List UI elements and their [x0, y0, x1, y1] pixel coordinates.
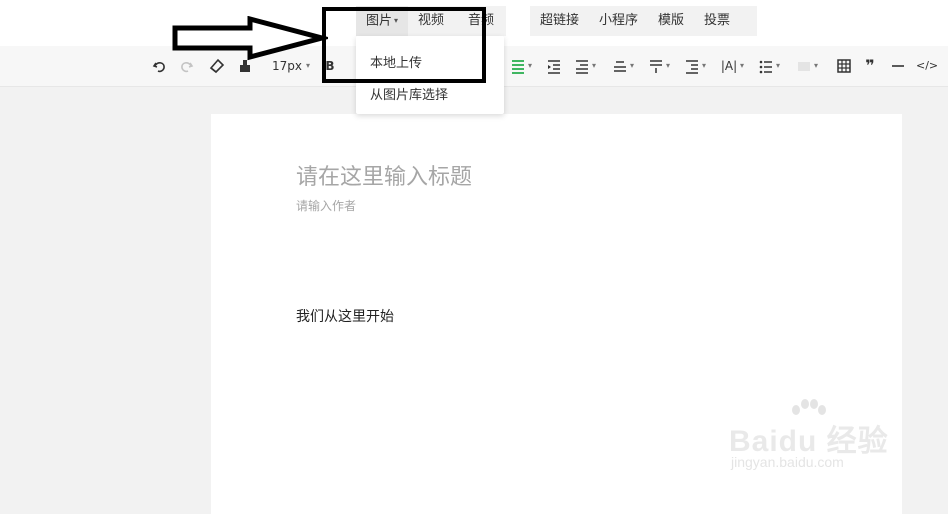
- template-button[interactable]: 模版: [648, 6, 694, 36]
- align-center-icon[interactable]: ▾: [510, 56, 532, 76]
- chevron-down-icon: ▾: [739, 61, 744, 70]
- chevron-down-icon: ▾: [591, 61, 596, 70]
- image-menu-button[interactable]: 图片 ▾: [356, 6, 409, 36]
- first-line-indent-icon[interactable]: ▾: [574, 56, 596, 76]
- mini-program-button[interactable]: 小程序: [589, 6, 648, 36]
- dropdown-option-image-library[interactable]: 从图片库选择: [370, 84, 448, 103]
- chevron-down-icon: ▾: [629, 61, 634, 70]
- chevron-down-icon: ▾: [701, 61, 706, 70]
- undo-icon[interactable]: [152, 56, 168, 76]
- image-dropdown-menu: 本地上传 从图片库选择: [356, 36, 504, 114]
- chevron-down-icon: ▾: [394, 16, 399, 25]
- hyperlink-button[interactable]: 超链接: [530, 6, 589, 36]
- letter-spacing-icon[interactable]: |A| ▾: [720, 56, 744, 76]
- background-color-icon[interactable]: ▾: [796, 56, 818, 76]
- video-menu-button[interactable]: 视频: [408, 6, 454, 36]
- baidu-watermark: Baidu 经验 jingyan.baidu.com: [727, 398, 907, 478]
- paragraph-spacing-icon[interactable]: ▾: [612, 56, 634, 76]
- code-icon[interactable]: </>: [916, 56, 938, 76]
- annotation-arrow-icon: [172, 16, 328, 61]
- media-insert-group: 图片 ▾ 视频 音频: [356, 6, 506, 36]
- divider-icon[interactable]: [890, 56, 906, 76]
- list-icon[interactable]: ▾: [758, 56, 780, 76]
- author-input[interactable]: 请输入作者: [296, 197, 356, 214]
- watermark-url: jingyan.baidu.com: [731, 454, 844, 470]
- quote-icon[interactable]: ❞: [862, 56, 878, 76]
- title-input[interactable]: 请在这里输入标题: [296, 159, 472, 191]
- chevron-down-icon: ▾: [527, 61, 532, 70]
- dropdown-option-local-upload[interactable]: 本地上传: [370, 52, 422, 71]
- chevron-down-icon: ▾: [813, 61, 818, 70]
- table-icon[interactable]: [836, 56, 852, 76]
- audio-menu-button[interactable]: 音频: [454, 6, 504, 36]
- editor-body-text[interactable]: 我们从这里开始: [296, 306, 394, 326]
- chevron-down-icon: ▾: [665, 61, 670, 70]
- vote-button[interactable]: 投票: [694, 6, 740, 36]
- line-spacing-icon[interactable]: ▾: [648, 56, 670, 76]
- outdent-icon[interactable]: ▾: [684, 56, 706, 76]
- indent-icon[interactable]: [546, 56, 562, 76]
- extra-insert-group: 超链接 小程序 模版 投票: [530, 6, 757, 36]
- chevron-down-icon: ▾: [775, 61, 780, 70]
